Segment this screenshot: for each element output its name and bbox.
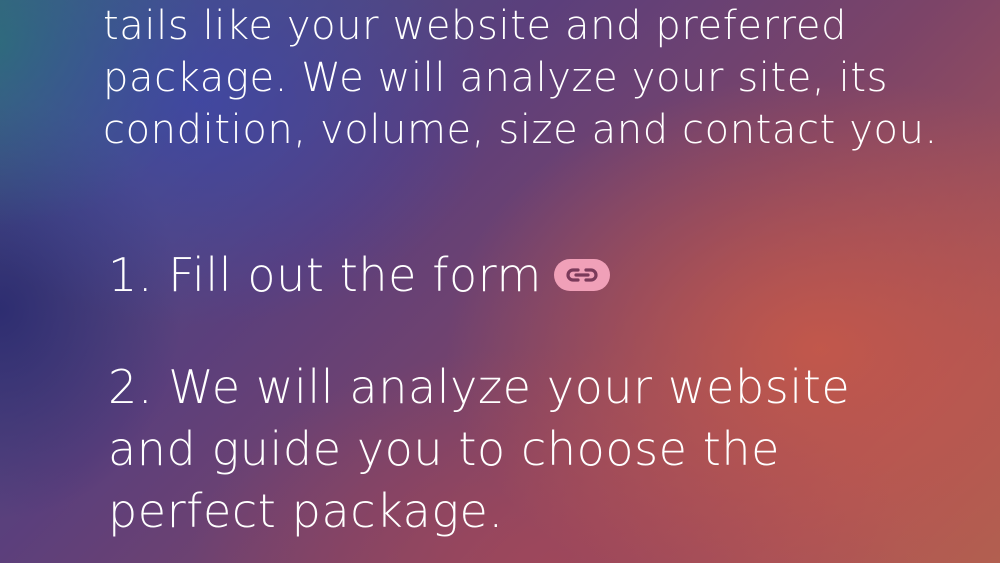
step-2: 2. We will analyze your website and guid… — [108, 360, 851, 538]
step-1: 1. Fill out the form — [108, 244, 610, 306]
link-icon[interactable] — [553, 259, 610, 291]
step-1-label: 1. Fill out the form — [108, 248, 542, 302]
intro-paragraph: tails like your website and preferred pa… — [103, 3, 938, 153]
link-icon-graphic — [553, 259, 610, 291]
content-area: tails like your website and preferred pa… — [0, 0, 1000, 563]
